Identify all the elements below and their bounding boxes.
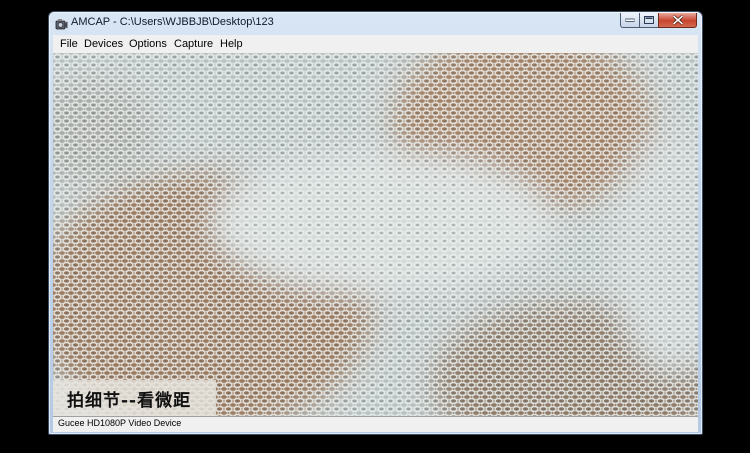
- menu-bar: File Devices Options Capture Help: [53, 35, 698, 54]
- status-bar: Gucee HD1080P Video Device: [53, 416, 698, 432]
- close-button[interactable]: [658, 13, 697, 28]
- amcap-window: AMCAP - C:\Users\WJBBJB\Desktop\123 File…: [48, 11, 703, 435]
- menu-file[interactable]: File: [60, 38, 78, 50]
- device-name: Gucee HD1080P Video Device: [58, 418, 182, 428]
- video-preview: 拍细节--看微距: [53, 53, 698, 416]
- fabric-macro-image: [53, 53, 698, 416]
- menu-capture[interactable]: Capture: [174, 38, 213, 50]
- caption-text: 拍细节--看微距: [67, 391, 192, 411]
- maximize-button[interactable]: [639, 13, 659, 28]
- title-bar[interactable]: AMCAP - C:\Users\WJBBJB\Desktop\123: [49, 12, 702, 35]
- minimize-button[interactable]: [620, 13, 640, 28]
- webcam-icon[interactable]: [55, 16, 68, 30]
- menu-devices[interactable]: Devices: [84, 38, 123, 50]
- caption-overlay: 拍细节--看微距: [53, 380, 216, 416]
- menu-help[interactable]: Help: [220, 38, 243, 50]
- window-title: AMCAP - C:\Users\WJBBJB\Desktop\123: [71, 16, 274, 28]
- menu-options[interactable]: Options: [129, 38, 167, 50]
